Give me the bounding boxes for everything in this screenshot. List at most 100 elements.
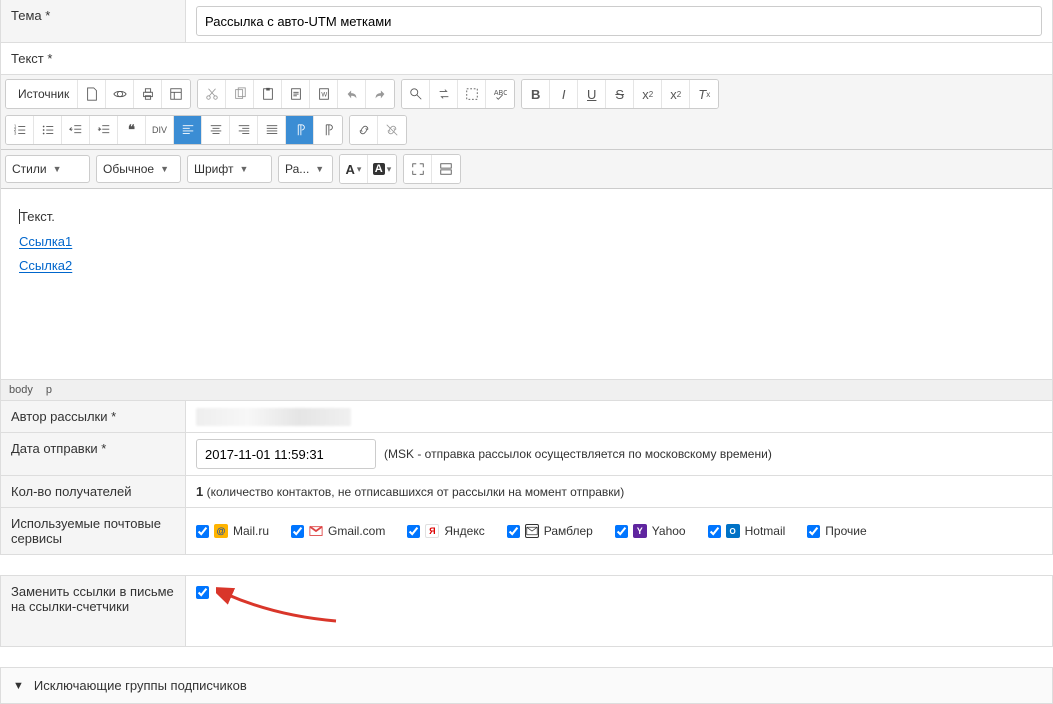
author-row: Автор рассылки * [0,401,1053,433]
editor-toolbar-row1: Источник W ABC B I U S x2 x2 [1,75,1052,150]
preview-icon[interactable] [106,80,134,108]
bidiltr-icon[interactable] [286,116,314,144]
mailru-icon: @ [214,524,228,538]
removeformat-icon[interactable]: Tx [690,80,718,108]
rich-text-editor: Источник W ABC B I U S x2 x2 [0,75,1053,401]
align-right-icon[interactable] [230,116,258,144]
templates-icon[interactable] [162,80,190,108]
italic-icon[interactable]: I [550,80,578,108]
unlink-icon[interactable] [378,116,406,144]
subject-label: Тема * [1,0,186,42]
service-gmail[interactable]: Gmail.com [291,524,385,538]
replacelinks-row: Заменить ссылки в письме на ссылки-счетч… [0,575,1053,647]
svg-text:W: W [321,92,327,99]
editor-toolbar-row2: Стили▼ Обычное▼ Шрифт▼ Ра...▼ A▾ A▾ [1,150,1052,189]
selectall-icon[interactable] [458,80,486,108]
bulletlist-icon[interactable] [34,116,62,144]
service-hotmail-checkbox[interactable] [708,525,721,538]
superscript-icon[interactable]: x2 [662,80,690,108]
outdent-icon[interactable] [62,116,90,144]
bidirtl-icon[interactable] [314,116,342,144]
chevron-down-icon: ▼ [13,680,24,692]
find-icon[interactable] [402,80,430,108]
newpage-icon[interactable] [78,80,106,108]
paste-text-icon[interactable] [282,80,310,108]
source-button[interactable]: Источник [6,80,78,108]
replacelinks-label: Заменить ссылки в письме на ссылки-счетч… [1,576,186,646]
replace-icon[interactable] [430,80,458,108]
replacelinks-checkbox[interactable] [196,586,209,599]
paste-icon[interactable] [254,80,282,108]
recipients-row: Кол-во получателей 1 (количество контакт… [0,476,1053,508]
service-yahoo[interactable]: Y Yahoo [615,524,686,538]
subject-row: Тема * [0,0,1053,43]
content-link1[interactable]: Ссылка1 [19,234,72,249]
font-select[interactable]: Шрифт▼ [187,155,272,183]
creatediv-icon[interactable]: DIV [146,116,174,144]
service-mailru-checkbox[interactable] [196,525,209,538]
svg-text:ABC: ABC [494,90,507,97]
hotmail-icon: O [726,524,740,538]
print-icon[interactable] [134,80,162,108]
indent-icon[interactable] [90,116,118,144]
recipients-field: 1 (количество контактов, не отписавшихся… [186,476,1052,507]
textcolor-icon[interactable]: A▾ [340,155,368,183]
editor-content[interactable]: Текст. Ссылка1 Ссылка2 [1,189,1052,379]
service-other-checkbox[interactable] [807,525,820,538]
maximize-icon[interactable] [404,155,432,183]
copy-icon[interactable] [226,80,254,108]
content-link2[interactable]: Ссылка2 [19,258,72,273]
author-label: Автор рассылки * [1,401,186,432]
subject-field [186,0,1052,42]
text-label: Текст * [0,43,1053,75]
senddate-label: Дата отправки * [1,433,186,475]
paste-word-icon[interactable]: W [310,80,338,108]
gmail-icon [309,524,323,538]
replacelinks-field [186,576,1052,646]
rambler-icon [525,524,539,538]
size-select[interactable]: Ра...▼ [278,155,333,183]
align-center-icon[interactable] [202,116,230,144]
exclude-groups-label: Исключающие группы подписчиков [34,678,247,693]
service-mailru[interactable]: @ Mail.ru [196,524,269,538]
undo-icon[interactable] [338,80,366,108]
align-left-icon[interactable] [174,116,202,144]
services-row: Используемые почтовые сервисы @ Mail.ru … [0,508,1053,555]
service-yahoo-checkbox[interactable] [615,525,628,538]
service-rambler[interactable]: Рамблер [507,524,593,538]
spellcheck-icon[interactable]: ABC [486,80,514,108]
services-field: @ Mail.ru Gmail.com Я Яндекс Рамблер Y [186,508,1052,554]
path-p[interactable]: p [46,384,52,396]
strike-icon[interactable]: S [606,80,634,108]
author-value-redacted [196,408,351,426]
subscript-icon[interactable]: x2 [634,80,662,108]
bgcolor-icon[interactable]: A▾ [368,155,396,183]
senddate-input[interactable] [196,439,376,469]
bold-icon[interactable]: B [522,80,550,108]
cut-icon[interactable] [198,80,226,108]
content-text: Текст. [20,209,55,224]
format-select[interactable]: Обычное▼ [96,155,181,183]
yandex-icon: Я [425,524,439,538]
service-hotmail[interactable]: O Hotmail [708,524,786,538]
author-field [186,401,1052,432]
service-rambler-checkbox[interactable] [507,525,520,538]
showblocks-icon[interactable] [432,155,460,183]
service-yandex[interactable]: Я Яндекс [407,524,484,538]
service-other[interactable]: Прочие [807,524,866,538]
numberedlist-icon[interactable]: 123 [6,116,34,144]
blockquote-icon[interactable]: ❝ [118,116,146,144]
svg-text:3: 3 [13,130,16,135]
exclude-groups-header[interactable]: ▼ Исключающие группы подписчиков [0,667,1053,704]
link-icon[interactable] [350,116,378,144]
services-label: Используемые почтовые сервисы [1,508,186,554]
path-body[interactable]: body [9,384,33,396]
align-justify-icon[interactable] [258,116,286,144]
service-gmail-checkbox[interactable] [291,525,304,538]
underline-icon[interactable]: U [578,80,606,108]
styles-select[interactable]: Стили▼ [5,155,90,183]
redo-icon[interactable] [366,80,394,108]
subject-input[interactable] [196,6,1042,36]
service-yandex-checkbox[interactable] [407,525,420,538]
recipients-label: Кол-во получателей [1,476,186,507]
